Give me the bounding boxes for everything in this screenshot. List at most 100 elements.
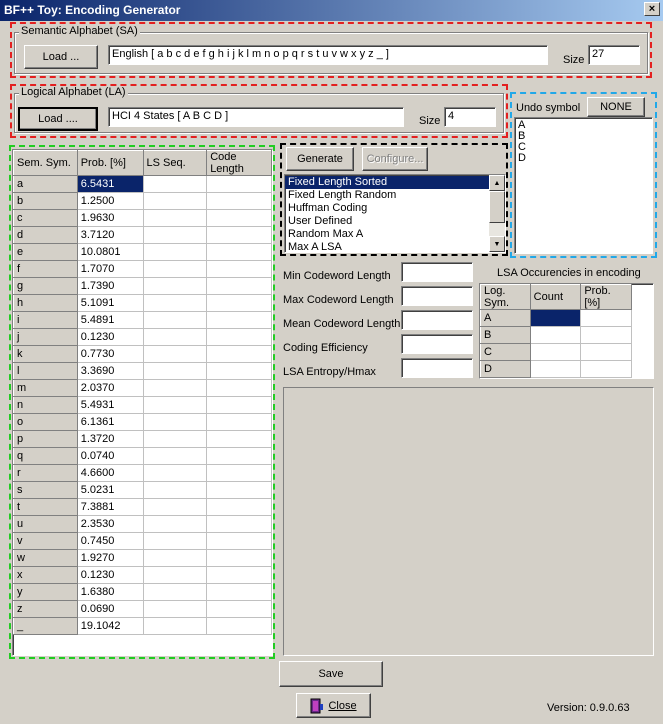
ls-seq-cell[interactable] [143,175,208,193]
coding-method-item[interactable]: Fixed Length Random [285,189,489,202]
code-length-cell[interactable] [206,549,272,567]
semantic-alphabet-field[interactable]: English [ a b c d e f g h i j k l m n o … [108,45,548,65]
sem-sym-cell[interactable]: d [13,226,78,244]
ls-seq-cell[interactable] [143,379,208,397]
ls-seq-cell[interactable] [143,464,208,482]
sem-sym-cell[interactable]: x [13,566,78,584]
table-row[interactable]: t 7.3881 [13,498,272,516]
undo-list-item[interactable]: D [515,153,652,164]
save-button[interactable]: Save [279,661,383,687]
table-row[interactable]: y 1.6380 [13,583,272,601]
prob-cell[interactable]: 6.1361 [77,413,144,431]
method-list-scrollbar[interactable]: ▲ ▼ [489,175,505,252]
ls-seq-cell[interactable] [143,413,208,431]
code-length-cell[interactable] [206,243,272,261]
ls-seq-cell[interactable] [143,192,208,210]
table-row[interactable]: l 3.3690 [13,362,272,380]
undo-symbol-list[interactable]: ABCD [514,117,653,254]
code-length-cell[interactable] [206,566,272,584]
code-length-cell[interactable] [206,328,272,346]
code-length-cell[interactable] [206,515,272,533]
table-row[interactable]: z 0.0690 [13,600,272,618]
sa-size-field[interactable]: 27 [588,45,640,65]
lsa-occurrences-table[interactable]: Log. Sym. Count Prob. [%] ABCD [479,283,654,379]
window-close-button[interactable]: × [644,2,660,16]
undo-list-item[interactable]: A [515,120,652,131]
prob-cell[interactable]: 5.4891 [77,311,144,329]
code-length-cell[interactable] [206,464,272,482]
count-cell[interactable] [530,360,582,378]
sem-sym-cell[interactable]: i [13,311,78,329]
table-row[interactable]: c 1.9630 [13,209,272,227]
ls-seq-cell[interactable] [143,515,208,533]
code-length-cell[interactable] [206,226,272,244]
symbol-probability-table[interactable]: Sem. Sym. Prob. [%] LS Seq. Code Length … [12,149,273,656]
ls-seq-cell[interactable] [143,600,208,618]
coding-efficiency-field[interactable] [401,334,473,354]
ls-seq-cell[interactable] [143,328,208,346]
code-length-cell[interactable] [206,294,272,312]
prob-cell[interactable]: 4.6600 [77,464,144,482]
ls-seq-cell[interactable] [143,498,208,516]
code-length-cell[interactable] [206,481,272,499]
count-cell[interactable] [530,309,582,327]
sem-sym-cell[interactable]: v [13,532,78,550]
table-row[interactable]: p 1.3720 [13,430,272,448]
log-sym-cell[interactable]: D [480,360,531,378]
code-length-cell[interactable] [206,413,272,431]
prob-cell[interactable]: 3.7120 [77,226,144,244]
load-semantic-alphabet-button[interactable]: Load ... [24,45,98,69]
ls-seq-cell[interactable] [143,294,208,312]
prob-cell[interactable]: 1.3720 [77,430,144,448]
code-length-cell[interactable] [206,617,272,635]
prob-cell[interactable]: 2.3530 [77,515,144,533]
sem-sym-cell[interactable]: b [13,192,78,210]
table-row[interactable]: w 1.9270 [13,549,272,567]
sem-sym-cell[interactable]: l [13,362,78,380]
log-sym-cell[interactable]: A [480,309,531,327]
sem-sym-cell[interactable]: c [13,209,78,227]
ls-seq-cell[interactable] [143,311,208,329]
prob-cell[interactable]: 5.0231 [77,481,144,499]
col-sem-sym[interactable]: Sem. Sym. [13,150,78,176]
col-log-sym[interactable]: Log. Sym. [480,284,531,310]
ls-seq-cell[interactable] [143,396,208,414]
table-row[interactable]: B [480,326,632,344]
code-length-cell[interactable] [206,311,272,329]
max-codeword-field[interactable] [401,286,473,306]
prob-cell[interactable]: 0.0690 [77,600,144,618]
ls-seq-cell[interactable] [143,430,208,448]
code-length-cell[interactable] [206,192,272,210]
sem-sym-cell[interactable]: m [13,379,78,397]
table-row[interactable]: u 2.3530 [13,515,272,533]
sem-sym-cell[interactable]: p [13,430,78,448]
ls-seq-cell[interactable] [143,362,208,380]
table-row[interactable]: v 0.7450 [13,532,272,550]
undo-list-item[interactable]: C [515,142,652,153]
code-length-cell[interactable] [206,277,272,295]
prob-cell[interactable]: 0.1230 [77,566,144,584]
prob-cell[interactable]: 1.6380 [77,583,144,601]
table-row[interactable]: e 10.0801 [13,243,272,261]
sem-sym-cell[interactable]: h [13,294,78,312]
sem-sym-cell[interactable]: r [13,464,78,482]
coding-method-item[interactable]: Max A LSA [285,241,489,252]
lsa-prob-cell[interactable] [580,309,632,327]
sem-sym-cell[interactable]: j [13,328,78,346]
col-lsa-prob[interactable]: Prob. [%] [580,284,632,310]
sem-sym-cell[interactable]: n [13,396,78,414]
lsa-entropy-field[interactable] [401,358,473,378]
ls-seq-cell[interactable] [143,447,208,465]
ls-seq-cell[interactable] [143,260,208,278]
mean-codeword-field[interactable] [401,310,473,330]
undo-none-button[interactable]: NONE [587,97,645,117]
table-row[interactable]: b 1.2500 [13,192,272,210]
code-length-cell[interactable] [206,175,272,193]
count-cell[interactable] [530,326,582,344]
prob-cell[interactable]: 0.1230 [77,328,144,346]
table-row[interactable]: _ 19.1042 [13,617,272,635]
sem-sym-cell[interactable]: o [13,413,78,431]
code-length-cell[interactable] [206,498,272,516]
sem-sym-cell[interactable]: w [13,549,78,567]
sem-sym-cell[interactable]: f [13,260,78,278]
